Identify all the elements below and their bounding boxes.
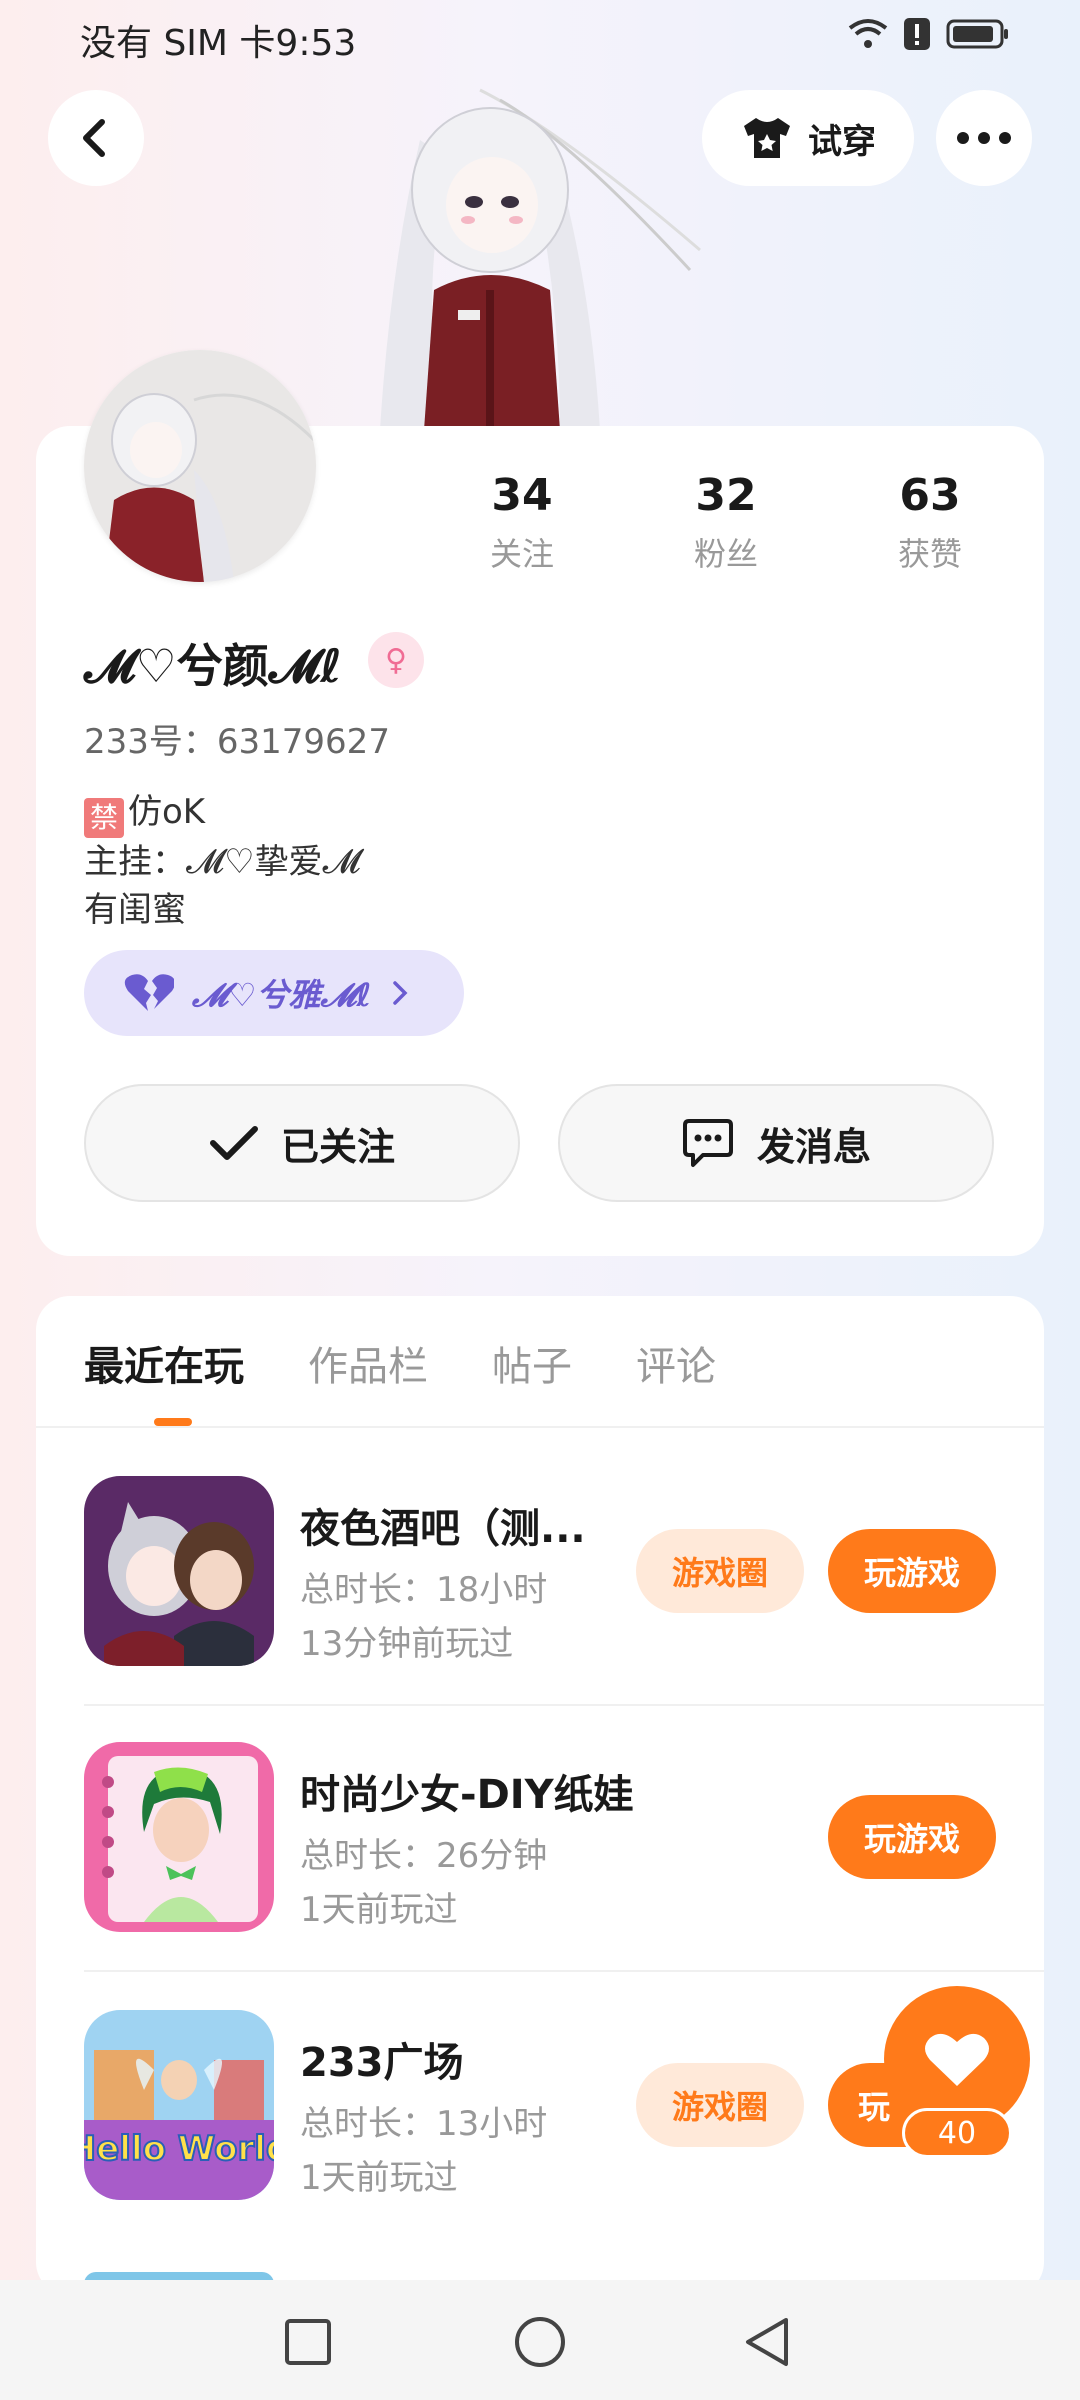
bio-line-2: 主挂：𝓜♡挚爱𝓜 bbox=[84, 842, 361, 882]
active-tab-indicator bbox=[154, 1418, 192, 1426]
chevron-right-icon bbox=[393, 981, 408, 1005]
like-count: 40 bbox=[902, 2108, 1012, 2158]
system-nav-bar bbox=[0, 2280, 1080, 2400]
home-circle-icon[interactable] bbox=[514, 2316, 566, 2368]
followed-label: 已关注 bbox=[280, 1124, 395, 1169]
game-duration: 总时长：13小时 bbox=[300, 2104, 548, 2144]
back-button[interactable] bbox=[48, 90, 144, 186]
female-icon: ♀ bbox=[368, 632, 424, 688]
check-icon bbox=[209, 1126, 258, 1160]
stat-label: 关注 bbox=[489, 535, 554, 573]
game-icon bbox=[84, 1742, 274, 1932]
stat-likes[interactable]: 63 获赞 bbox=[860, 470, 1000, 575]
more-button[interactable] bbox=[936, 90, 1032, 186]
send-message-button[interactable]: 发消息 bbox=[558, 1084, 994, 1202]
alert-icon bbox=[904, 18, 930, 50]
battery-icon bbox=[946, 19, 1008, 49]
status-icons bbox=[848, 16, 1010, 52]
game-last-played: 1天前玩过 bbox=[300, 1890, 458, 1930]
game-title: 233广场 bbox=[300, 2040, 464, 2086]
play-game-button[interactable]: 玩游戏 bbox=[828, 1529, 996, 1613]
game-title: 夜色酒吧（测... bbox=[300, 1506, 586, 1552]
game-icon: Hello World bbox=[84, 2010, 274, 2200]
tab-posts[interactable]: 帖子 bbox=[492, 1334, 572, 1392]
divider bbox=[84, 1704, 1044, 1706]
tshirt-icon bbox=[744, 118, 790, 158]
game-duration: 总时长：26分钟 bbox=[300, 1836, 548, 1876]
try-on-label: 试穿 bbox=[808, 121, 876, 162]
wifi-icon bbox=[848, 19, 888, 48]
stat-label: 获赞 bbox=[897, 535, 962, 573]
followed-button[interactable]: 已关注 bbox=[84, 1084, 520, 1202]
stat-label: 粉丝 bbox=[693, 535, 758, 573]
ban-badge: 禁 bbox=[84, 798, 124, 838]
divider bbox=[84, 1970, 1044, 1972]
stat-number: 32 bbox=[695, 470, 757, 521]
game-icon-text: Hello World bbox=[84, 2129, 274, 2169]
game-last-played: 1天前玩过 bbox=[300, 2158, 458, 2198]
stat-number: 63 bbox=[899, 470, 961, 521]
list-item[interactable]: 时尚少女-DIY纸娃 总时长：26分钟 1天前玩过 玩游戏 bbox=[84, 1742, 1044, 1932]
tab-works[interactable]: 作品栏 bbox=[308, 1334, 428, 1392]
stat-following[interactable]: 34 关注 bbox=[452, 470, 592, 575]
bio-text: 仿oK bbox=[128, 792, 206, 832]
chevron-left-icon bbox=[83, 119, 105, 157]
tab-comments[interactable]: 评论 bbox=[636, 1334, 716, 1392]
divider bbox=[36, 1426, 1044, 1428]
broken-heart-icon bbox=[124, 974, 174, 1011]
game-icon bbox=[84, 1476, 274, 1666]
carrier-time: 没有 SIM 卡9:53 bbox=[80, 23, 357, 64]
chat-bubble-icon bbox=[682, 1119, 733, 1167]
bio-line-1: 禁仿oK bbox=[84, 784, 205, 838]
user-id: 233号：63179627 bbox=[84, 722, 390, 762]
relationship-tag[interactable]: 𝓜♡兮雅𝓜ℓ bbox=[84, 950, 464, 1036]
profile-tabs: 最近在玩 作品栏 帖子 评论 bbox=[84, 1334, 716, 1392]
tab-recently-played[interactable]: 最近在玩 bbox=[84, 1334, 244, 1392]
game-title: 时尚少女-DIY纸娃 bbox=[300, 1772, 634, 1818]
send-message-label: 发消息 bbox=[756, 1124, 871, 1169]
game-circle-button[interactable]: 游戏圈 bbox=[636, 1529, 804, 1613]
back-triangle-icon[interactable] bbox=[742, 2316, 792, 2368]
game-last-played: 13分钟前玩过 bbox=[300, 1624, 514, 1664]
relationship-label: 𝓜♡兮雅𝓜ℓ bbox=[192, 976, 372, 1014]
stat-fans[interactable]: 32 粉丝 bbox=[656, 470, 796, 575]
try-on-button[interactable]: 试穿 bbox=[702, 90, 914, 186]
bio-line-3: 有闺蜜 bbox=[84, 890, 186, 930]
avatar-character-image bbox=[360, 70, 720, 430]
play-game-button[interactable]: 玩游戏 bbox=[828, 1795, 996, 1879]
game-duration: 总时长：18小时 bbox=[300, 1570, 548, 1610]
profile-name: 𝓜♡兮颜𝓜ℓ bbox=[84, 639, 342, 693]
recents-square-icon[interactable] bbox=[284, 2318, 332, 2366]
stat-number: 34 bbox=[491, 470, 553, 521]
heart-icon bbox=[925, 2033, 989, 2086]
list-item[interactable]: 夜色酒吧（测... 总时长：18小时 13分钟前玩过 游戏圈 玩游戏 bbox=[84, 1476, 1044, 1666]
more-dots-icon bbox=[957, 132, 1011, 144]
game-circle-button[interactable]: 游戏圈 bbox=[636, 2063, 804, 2147]
avatar[interactable] bbox=[84, 350, 316, 582]
status-bar: 没有 SIM 卡9:53 bbox=[0, 0, 1080, 72]
